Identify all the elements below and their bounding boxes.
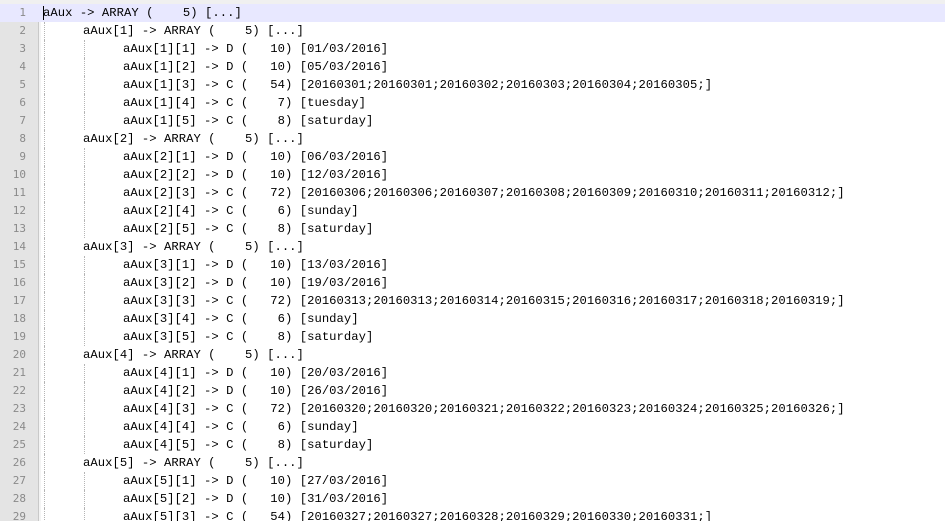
line-text[interactable]: aAux[4][3] -> C ( 72) [20160320;20160320…	[43, 400, 845, 418]
editor-line[interactable]: 3 aAux[1][1] -> D ( 10) [01/03/2016]	[0, 40, 945, 58]
editor-line[interactable]: 16 aAux[3][2] -> D ( 10) [19/03/2016]	[0, 274, 945, 292]
line-text[interactable]: aAux[5] -> ARRAY ( 5) [...]	[43, 454, 304, 472]
editor-line[interactable]: 17 aAux[3][3] -> C ( 72) [20160313;201603…	[0, 292, 945, 310]
editor-line[interactable]: 13 aAux[2][5] -> C ( 8) [saturday]	[0, 220, 945, 238]
editor-line[interactable]: 24 aAux[4][4] -> C ( 6) [sunday]	[0, 418, 945, 436]
line-text[interactable]: aAux[3] -> ARRAY ( 5) [...]	[43, 238, 304, 256]
line-text[interactable]: aAux[3][3] -> C ( 72) [20160313;20160313…	[43, 292, 845, 310]
line-number: 20	[12, 348, 26, 361]
line-number: 6	[19, 96, 26, 109]
line-number: 13	[12, 222, 26, 235]
line-number: 17	[12, 294, 26, 307]
editor-line[interactable]: 7 aAux[1][5] -> C ( 8) [saturday]	[0, 112, 945, 130]
editor-line[interactable]: 15 aAux[3][1] -> D ( 10) [13/03/2016]	[0, 256, 945, 274]
editor-line[interactable]: 1 aAux -> ARRAY ( 5) [...]	[0, 4, 945, 22]
line-text[interactable]: aAux[1][4] -> C ( 7) [tuesday]	[43, 94, 366, 112]
line-text[interactable]: aAux[3][2] -> D ( 10) [19/03/2016]	[43, 274, 388, 292]
line-number: 11	[12, 186, 26, 199]
editor-line[interactable]: 29 aAux[5][3] -> C ( 54) [20160327;201603…	[0, 508, 945, 521]
line-text[interactable]: aAux[4][4] -> C ( 6) [sunday]	[43, 418, 359, 436]
line-text[interactable]: aAux[1] -> ARRAY ( 5) [...]	[43, 22, 304, 40]
line-number: 12	[12, 204, 26, 217]
line-text[interactable]: aAux[5][3] -> C ( 54) [20160327;20160327…	[43, 508, 712, 521]
editor-lines[interactable]: 1 aAux -> ARRAY ( 5) [...] 2 aAux[1] -> AR…	[0, 4, 945, 521]
line-number: 16	[12, 276, 26, 289]
line-number: 23	[12, 402, 26, 415]
line-text[interactable]: aAux[2][5] -> C ( 8) [saturday]	[43, 220, 373, 238]
line-text[interactable]: aAux[5][1] -> D ( 10) [27/03/2016]	[43, 472, 388, 490]
line-number: 26	[12, 456, 26, 469]
line-number: 2	[19, 24, 26, 37]
line-number: 29	[12, 510, 26, 521]
line-number: 28	[12, 492, 26, 505]
line-number: 14	[12, 240, 26, 253]
editor-line[interactable]: 18 aAux[3][4] -> C ( 6) [sunday]	[0, 310, 945, 328]
line-text[interactable]: aAux[4][2] -> D ( 10) [26/03/2016]	[43, 382, 388, 400]
text-editor[interactable]: 1 aAux -> ARRAY ( 5) [...] 2 aAux[1] -> AR…	[0, 0, 945, 521]
line-text[interactable]: aAux[2][2] -> D ( 10) [12/03/2016]	[43, 166, 388, 184]
line-text[interactable]: aAux[2][4] -> C ( 6) [sunday]	[43, 202, 359, 220]
line-text[interactable]: aAux[3][5] -> C ( 8) [saturday]	[43, 328, 373, 346]
line-number: 22	[12, 384, 26, 397]
line-text[interactable]: aAux[3][4] -> C ( 6) [sunday]	[43, 310, 359, 328]
line-text[interactable]: aAux[2][3] -> C ( 72) [20160306;20160306…	[43, 184, 845, 202]
editor-line[interactable]: 28 aAux[5][2] -> D ( 10) [31/03/2016]	[0, 490, 945, 508]
line-number: 3	[19, 42, 26, 55]
line-number: 4	[19, 60, 26, 73]
line-number: 5	[19, 78, 26, 91]
editor-line[interactable]: 10 aAux[2][2] -> D ( 10) [12/03/2016]	[0, 166, 945, 184]
editor-line[interactable]: 14 aAux[3] -> ARRAY ( 5) [...]	[0, 238, 945, 256]
line-text[interactable]: aAux[4][1] -> D ( 10) [20/03/2016]	[43, 364, 388, 382]
line-text[interactable]: aAux[4] -> ARRAY ( 5) [...]	[43, 346, 304, 364]
editor-line[interactable]: 9 aAux[2][1] -> D ( 10) [06/03/2016]	[0, 148, 945, 166]
line-text[interactable]: aAux[5][2] -> D ( 10) [31/03/2016]	[43, 490, 388, 508]
line-number: 19	[12, 330, 26, 343]
line-number: 7	[19, 114, 26, 127]
editor-line[interactable]: 12 aAux[2][4] -> C ( 6) [sunday]	[0, 202, 945, 220]
editor-line[interactable]: 20 aAux[4] -> ARRAY ( 5) [...]	[0, 346, 945, 364]
line-number: 24	[12, 420, 26, 433]
text-caret	[43, 6, 44, 20]
line-text[interactable]: aAux[4][5] -> C ( 8) [saturday]	[43, 436, 373, 454]
editor-line[interactable]: 27 aAux[5][1] -> D ( 10) [27/03/2016]	[0, 472, 945, 490]
line-number: 9	[19, 150, 26, 163]
line-number: 21	[12, 366, 26, 379]
line-text[interactable]: aAux[1][1] -> D ( 10) [01/03/2016]	[43, 40, 388, 58]
line-text[interactable]: aAux[3][1] -> D ( 10) [13/03/2016]	[43, 256, 388, 274]
editor-line[interactable]: 25 aAux[4][5] -> C ( 8) [saturday]	[0, 436, 945, 454]
line-number: 27	[12, 474, 26, 487]
line-number: 10	[12, 168, 26, 181]
line-text[interactable]: aAux -> ARRAY ( 5) [...]	[43, 4, 242, 22]
line-text[interactable]: aAux[1][2] -> D ( 10) [05/03/2016]	[43, 58, 388, 76]
editor-line[interactable]: 21 aAux[4][1] -> D ( 10) [20/03/2016]	[0, 364, 945, 382]
editor-line[interactable]: 26 aAux[5] -> ARRAY ( 5) [...]	[0, 454, 945, 472]
line-number: 8	[19, 132, 26, 145]
line-number: 15	[12, 258, 26, 271]
editor-line[interactable]: 6 aAux[1][4] -> C ( 7) [tuesday]	[0, 94, 945, 112]
editor-line[interactable]: 5 aAux[1][3] -> C ( 54) [20160301;2016030…	[0, 76, 945, 94]
editor-line[interactable]: 23 aAux[4][3] -> C ( 72) [20160320;201603…	[0, 400, 945, 418]
editor-line[interactable]: 8 aAux[2] -> ARRAY ( 5) [...]	[0, 130, 945, 148]
line-text[interactable]: aAux[1][5] -> C ( 8) [saturday]	[43, 112, 373, 130]
editor-line[interactable]: 22 aAux[4][2] -> D ( 10) [26/03/2016]	[0, 382, 945, 400]
line-text[interactable]: aAux[2][1] -> D ( 10) [06/03/2016]	[43, 148, 388, 166]
editor-line[interactable]: 2 aAux[1] -> ARRAY ( 5) [...]	[0, 22, 945, 40]
line-text[interactable]: aAux[1][3] -> C ( 54) [20160301;20160301…	[43, 76, 712, 94]
editor-line[interactable]: 11 aAux[2][3] -> C ( 72) [20160306;201603…	[0, 184, 945, 202]
line-number: 1	[19, 6, 26, 19]
line-number: 25	[12, 438, 26, 451]
line-number: 18	[12, 312, 26, 325]
line-text[interactable]: aAux[2] -> ARRAY ( 5) [...]	[43, 130, 304, 148]
editor-line[interactable]: 19 aAux[3][5] -> C ( 8) [saturday]	[0, 328, 945, 346]
editor-line[interactable]: 4 aAux[1][2] -> D ( 10) [05/03/2016]	[0, 58, 945, 76]
